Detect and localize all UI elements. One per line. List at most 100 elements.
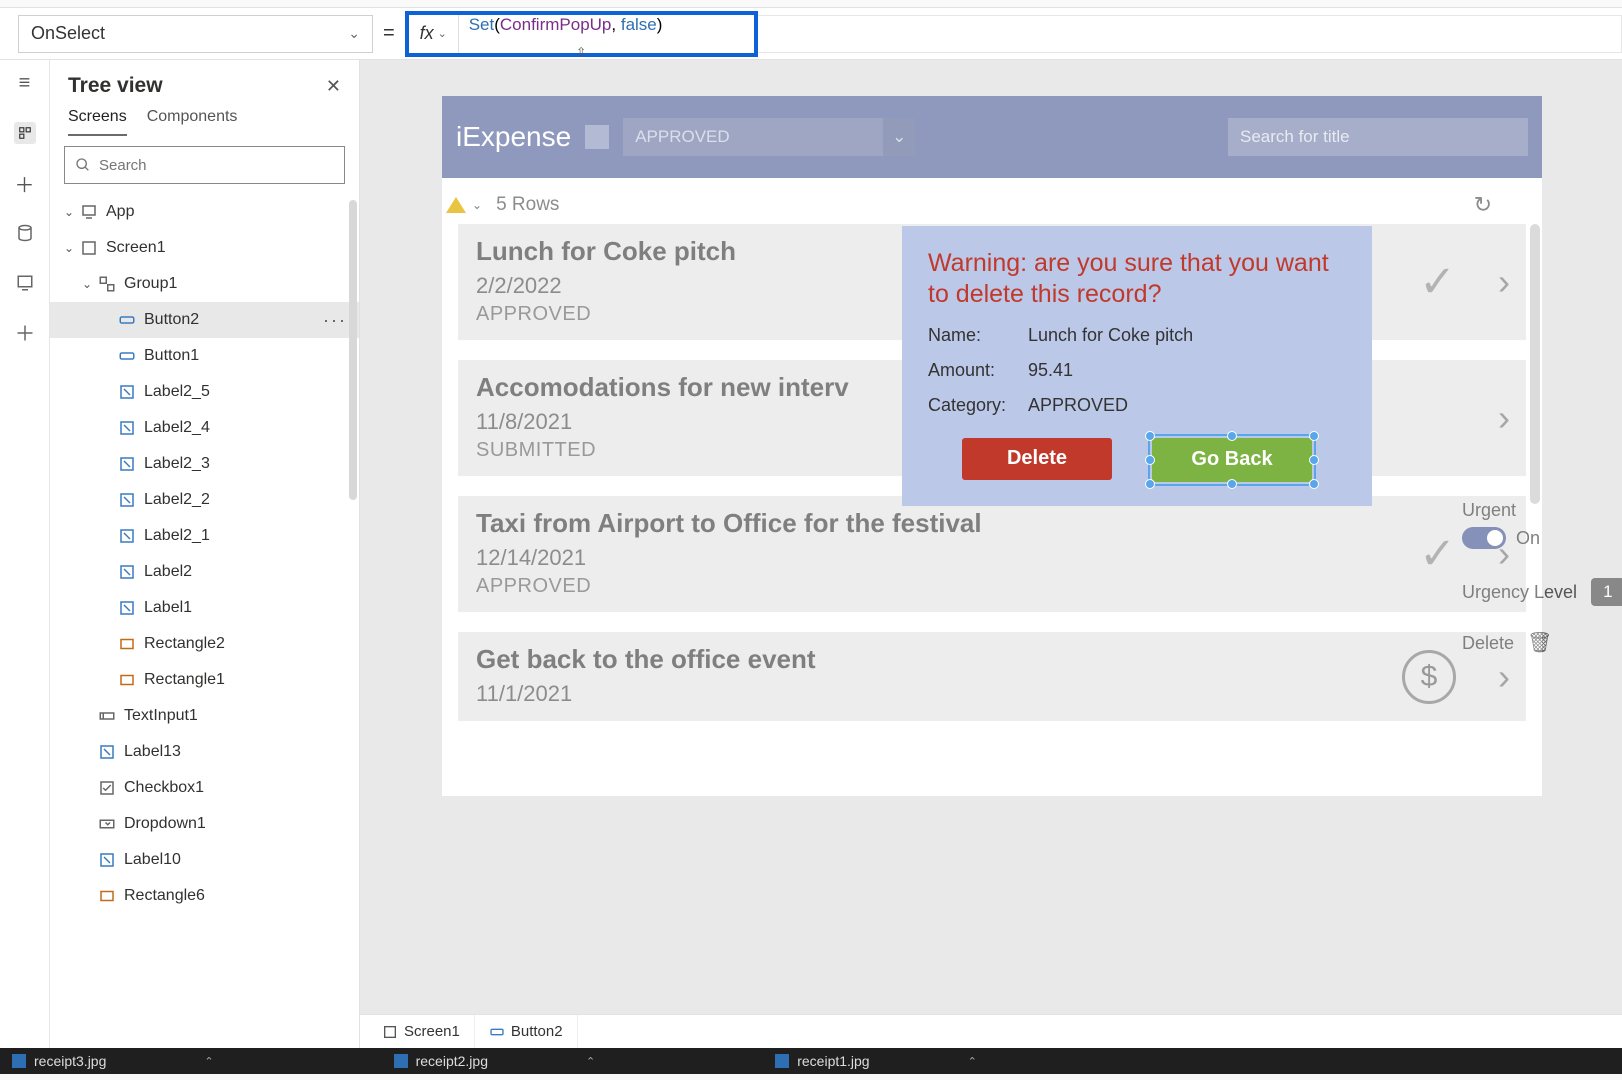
data-icon[interactable] [14,222,36,244]
download-file[interactable]: receipt1.jpg⌃ [775,1053,977,1069]
file-thumb-icon [12,1054,26,1068]
tree-node-label: TextInput1 [124,707,198,725]
tree-node-rectangle2[interactable]: Rectangle2 [50,626,359,662]
tree-node-label: Button2 [144,311,199,329]
fx-button[interactable]: fx ⌄ [409,15,459,53]
confirm-popup: Warning: are you sure that you want to d… [902,226,1372,506]
tree-node-dropdown1[interactable]: Dropdown1 [50,806,359,842]
hamburger-icon[interactable]: ≡ [14,72,36,94]
tree-node-label2_5[interactable]: Label2_5 [50,374,359,410]
chevron-up-icon: ⌃ [204,1055,213,1068]
goback-button-selected[interactable]: Go Back [1152,438,1312,482]
resize-handle-icon[interactable]: ⇳ [576,45,586,59]
screen-icon [382,1024,398,1040]
amount-value: 95.41 [1028,360,1073,381]
os-taskbar: receipt3.jpg⌃ receipt2.jpg⌃ receipt1.jpg… [0,1048,1622,1074]
rect-icon [96,885,118,907]
tree-node-label: Screen1 [106,239,166,257]
property-selector[interactable]: OnSelect ⌄ [18,15,373,53]
checkbox-icon [96,777,118,799]
search-input[interactable] [99,157,334,174]
tree-node-label1[interactable]: Label1 [50,590,359,626]
tree-node-rectangle1[interactable]: Rectangle1 [50,662,359,698]
expand-toggle-icon[interactable]: ⌄ [78,277,96,291]
label-icon [116,417,138,439]
close-icon[interactable]: ✕ [326,76,341,97]
delete-button[interactable]: Delete [962,438,1112,480]
button-icon [116,309,138,331]
app-canvas[interactable]: iExpense APPROVED ⌄ Search for title ⌄ 5… [442,96,1542,796]
property-selector-value: OnSelect [31,23,105,44]
expand-toggle-icon[interactable]: ⌄ [60,241,78,255]
tree-node-label10[interactable]: Label10 [50,842,359,878]
formula-text[interactable]: Set(ConfirmPopUp, false) [459,15,754,53]
tree-node-label2_1[interactable]: Label2_1 [50,518,359,554]
tree-node-textinput1[interactable]: TextInput1 [50,698,359,734]
app-icon [78,201,100,223]
tree-node-label: Label2_1 [144,527,210,545]
formula-bar: OnSelect ⌄ = fx ⌄ Set(ConfirmPopUp, fals… [0,8,1622,60]
insert-icon[interactable]: ＋ [14,172,36,194]
chevron-down-icon: ⌄ [348,25,360,42]
chevron-down-icon: ⌄ [438,27,447,40]
expand-toggle-icon[interactable]: ⌄ [60,205,78,219]
file-thumb-icon [775,1054,789,1068]
chevron-up-icon: ⌃ [968,1055,977,1068]
left-rail: ≡ ＋ [0,60,50,1048]
amount-key: Amount: [928,360,1028,381]
rect-icon [116,633,138,655]
download-file[interactable]: receipt2.jpg⌃ [394,1053,596,1069]
tree-node-label: App [106,203,134,221]
tree-node-label: Label10 [124,851,181,869]
tree-node-label2_3[interactable]: Label2_3 [50,446,359,482]
formula-bar-rest[interactable] [757,15,1622,53]
category-key: Category: [928,395,1028,416]
tree-search[interactable] [64,146,345,184]
tree-node-label2_2[interactable]: Label2_2 [50,482,359,518]
tree-node-label: Label1 [144,599,192,617]
more-icon[interactable]: ··· [323,310,347,331]
tree-view-icon[interactable] [14,122,36,144]
media-icon[interactable] [14,272,36,294]
tree-view-panel: Tree view ✕ Screens Components ⌄ App ⌄ Scre… [50,60,360,1048]
tree-node-label: Rectangle6 [124,887,205,905]
label-icon [116,489,138,511]
tree-node-group1[interactable]: ⌄ Group1 [50,266,359,302]
btab-button[interactable]: Button2 [475,1015,578,1048]
btab-screen[interactable]: Screen1 [368,1015,475,1048]
scrollbar[interactable] [349,200,357,500]
tree-node-label: Dropdown1 [124,815,206,833]
button-icon [116,345,138,367]
tree-node-label2[interactable]: Label2 [50,554,359,590]
textinput-icon [96,705,118,727]
tree-node-label: Label2 [144,563,192,581]
tree-node-app[interactable]: ⌄ App [50,194,359,230]
download-file[interactable]: receipt3.jpg⌃ [12,1053,214,1069]
group-icon [96,273,118,295]
tree-node-label: Rectangle2 [144,635,225,653]
tree-node-rectangle6[interactable]: Rectangle6 [50,878,359,914]
tree-view-title: Tree view [68,74,163,98]
tree-node-label13[interactable]: Label13 [50,734,359,770]
button-icon [489,1024,505,1040]
tree-node-label: Button1 [144,347,199,365]
goback-button[interactable]: Go Back [1152,438,1312,482]
tree-node-label2_4[interactable]: Label2_4 [50,410,359,446]
urgency-badge-1[interactable]: 1 [1591,578,1622,606]
tree-node-label: Group1 [124,275,177,293]
tab-screens[interactable]: Screens [68,108,127,136]
tree-node-checkbox1[interactable]: Checkbox1 [50,770,359,806]
tree-node-screen1[interactable]: ⌄ Screen1 [50,230,359,266]
bottom-tabs: Screen1 Button2 [360,1014,1622,1048]
label-icon [116,597,138,619]
tools-icon[interactable] [14,322,36,344]
label-icon [116,561,138,583]
name-value: Lunch for Coke pitch [1028,325,1193,346]
label-icon [96,741,118,763]
tree-node-button2[interactable]: Button2 ··· [50,302,359,338]
formula-input-highlighted[interactable]: fx ⌄ Set(ConfirmPopUp, false) ⇳ [405,11,758,57]
tab-components[interactable]: Components [147,108,238,136]
tree-node-button1[interactable]: Button1 [50,338,359,374]
tree-list[interactable]: ⌄ App ⌄ Screen1 ⌄ Group1 Button2 ··· Button1 Labe… [50,194,359,1048]
label-icon [96,849,118,871]
